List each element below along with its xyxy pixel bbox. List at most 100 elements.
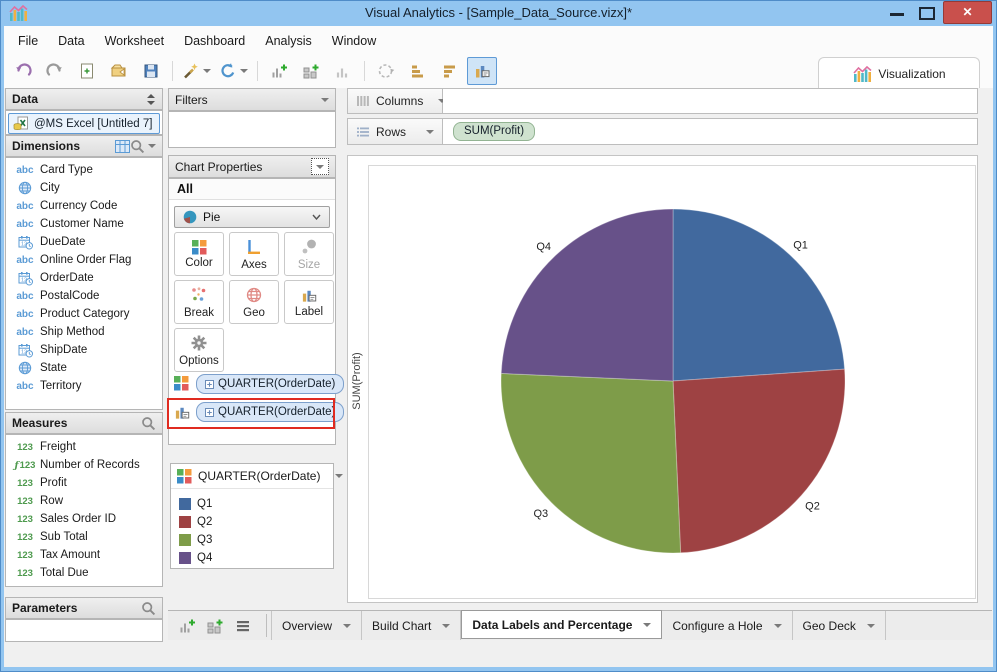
dropdown-caret[interactable] (240, 69, 248, 73)
axes-button[interactable]: Axes (229, 232, 279, 276)
refresh-button[interactable] (216, 57, 251, 85)
dimension-item[interactable]: abc Card Type (6, 161, 162, 179)
columns-shelf[interactable] (443, 88, 978, 114)
rows-pill[interactable]: SUM(Profit) (453, 122, 536, 141)
dimension-item[interactable]: abc Currency Code (6, 197, 162, 215)
dimension-item[interactable]: abc PostalCode (6, 287, 162, 305)
size-button[interactable]: Size (284, 232, 334, 276)
geo-globe-icon (244, 285, 264, 305)
legend-header[interactable]: QUARTER(OrderDate) (171, 464, 344, 489)
measure-item[interactable]: 123 Row (6, 492, 162, 510)
maximize-button[interactable] (919, 7, 935, 20)
dimension-item[interactable]: 12 OrderDate (6, 269, 162, 287)
sort-descending-button[interactable] (435, 57, 465, 85)
search-icon[interactable] (130, 139, 145, 154)
dimensions-header: Dimensions (5, 135, 163, 157)
chart-bars-button[interactable] (328, 57, 358, 85)
dimension-item[interactable]: State (6, 359, 162, 377)
color-button[interactable]: Color (174, 232, 224, 276)
measure-item[interactable]: 123 Freight (6, 438, 162, 456)
legend-item[interactable]: Q1 (171, 495, 333, 513)
label-button[interactable]: Label (284, 280, 334, 324)
chevron-down-icon[interactable] (643, 622, 652, 627)
sort-updown-icon[interactable] (146, 93, 156, 106)
add-worksheet-button[interactable] (178, 617, 196, 635)
undo-button[interactable] (8, 57, 38, 85)
sheet-tab[interactable]: Build Chart (362, 611, 462, 640)
legend-item[interactable]: Q2 (171, 513, 333, 531)
sort-ascending-button[interactable] (403, 57, 433, 85)
chart-type-select[interactable]: Pie (174, 206, 330, 228)
dropdown-caret[interactable] (203, 69, 211, 73)
add-dashboard-button[interactable] (206, 617, 224, 635)
parameters-header-label: Parameters (12, 601, 78, 615)
minimize-button[interactable] (890, 13, 904, 16)
save-button[interactable] (136, 57, 166, 85)
sheet-tab[interactable]: Configure a Hole (662, 611, 793, 640)
chevron-down-icon[interactable] (773, 623, 782, 628)
marquee-button[interactable] (371, 57, 401, 85)
menu-worksheet[interactable]: Worksheet (95, 28, 175, 54)
text-field-icon: abc (16, 308, 34, 320)
menu-file[interactable]: File (8, 28, 48, 54)
measure-item[interactable]: 123 Sub Total (6, 528, 162, 546)
dimension-item[interactable]: abc Product Category (6, 305, 162, 323)
add-dashboard-button[interactable] (296, 57, 326, 85)
break-button[interactable]: Break (174, 280, 224, 324)
pie-slice-Q2[interactable] (672, 368, 846, 554)
chevron-down-icon[interactable] (321, 97, 329, 102)
options-button[interactable]: Options (174, 328, 224, 372)
add-worksheet-button[interactable] (264, 57, 294, 85)
chevron-down-icon[interactable] (148, 144, 156, 148)
pie-slice-Q4[interactable] (500, 208, 674, 382)
measure-item[interactable]: ƒ123 Number of Records (6, 456, 162, 474)
chevron-down-icon[interactable] (343, 623, 352, 628)
chevron-down-icon[interactable] (866, 623, 875, 628)
chart-properties-menu-button[interactable] (311, 158, 329, 175)
expand-plus-icon[interactable] (205, 379, 214, 389)
pie-slice-Q1[interactable] (672, 208, 846, 382)
redo-button[interactable] (40, 57, 70, 85)
dimension-item[interactable]: 12 ShipDate (6, 341, 162, 359)
rows-shelf-label[interactable]: Rows (347, 118, 443, 145)
columns-shelf-label[interactable]: Columns (347, 88, 447, 114)
table-view-icon[interactable] (115, 139, 130, 153)
measure-item[interactable]: 123 Tax Amount (6, 546, 162, 564)
measure-item[interactable]: 123 Total Due (6, 564, 162, 582)
measure-item[interactable]: 123 Profit (6, 474, 162, 492)
show-labels-button[interactable] (467, 57, 497, 85)
open-folder-button[interactable] (104, 57, 134, 85)
pie-slice-Q3[interactable] (500, 372, 682, 554)
data-source-item[interactable]: @MS Excel [Untitled 7] (8, 113, 160, 134)
legend-item[interactable]: Q4 (171, 549, 333, 567)
rows-shelf[interactable]: SUM(Profit) (443, 118, 978, 145)
menu-data[interactable]: Data (48, 28, 94, 54)
sheet-tab[interactable]: Geo Deck (793, 611, 886, 640)
dimension-item[interactable]: abc Online Order Flag (6, 251, 162, 269)
dimension-item[interactable]: abc Ship Method (6, 323, 162, 341)
dimension-item[interactable]: abc Territory (6, 377, 162, 395)
worksheet-list-button[interactable] (234, 617, 252, 635)
chevron-down-icon[interactable] (335, 474, 344, 478)
filters-shelf[interactable] (168, 111, 336, 148)
chevron-down-icon[interactable] (442, 623, 451, 628)
visualization-tab[interactable]: Visualization (818, 57, 980, 89)
menu-analysis[interactable]: Analysis (255, 28, 322, 54)
new-document-button[interactable] (72, 57, 102, 85)
measure-item[interactable]: 123 Sales Order ID (6, 510, 162, 528)
dimension-item[interactable]: abc Customer Name (6, 215, 162, 233)
connect-wand-button[interactable] (179, 57, 214, 85)
close-button[interactable]: ✕ (943, 1, 992, 24)
menu-dashboard[interactable]: Dashboard (174, 28, 255, 54)
search-icon[interactable] (141, 416, 156, 431)
sheet-tab[interactable]: Data Labels and Percentage (461, 610, 663, 639)
dimension-item[interactable]: City (6, 179, 162, 197)
dimension-item[interactable]: 12 DueDate (6, 233, 162, 251)
sheet-tab[interactable]: Overview (271, 611, 363, 640)
search-icon[interactable] (141, 601, 156, 616)
legend-item[interactable]: Q3 (171, 531, 333, 549)
chevron-down-icon[interactable] (426, 129, 434, 134)
shelf-chip[interactable]: QUARTER(OrderDate) (196, 374, 345, 394)
geo-button[interactable]: Geo (229, 280, 279, 324)
menu-window[interactable]: Window (322, 28, 386, 54)
